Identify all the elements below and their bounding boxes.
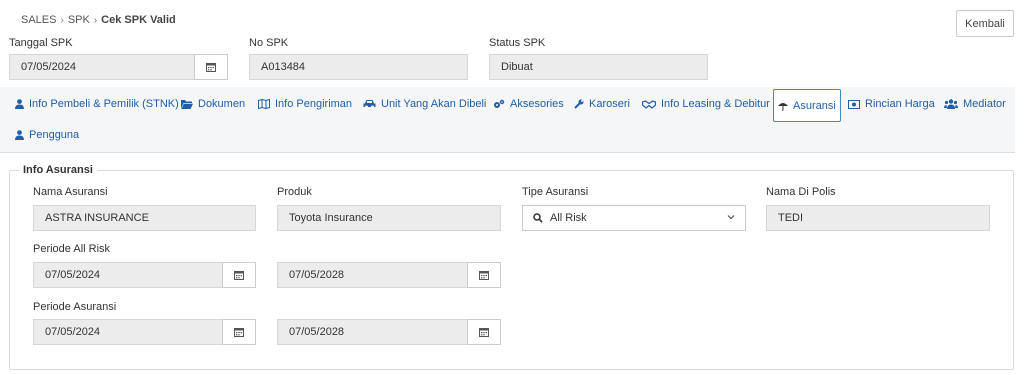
periode-asuransi-label: Periode Asuransi [33, 301, 117, 313]
calendar-button[interactable] [222, 319, 256, 345]
wrench-icon [574, 99, 584, 109]
chevron-right-icon: › [93, 14, 98, 26]
tab-aksesories[interactable]: Aksesories [489, 88, 568, 120]
tab-bar: Info Pembeli & Pemilik (STNK) Dokumen In… [0, 87, 1015, 153]
tipe-asuransi-select[interactable]: All Risk [522, 205, 746, 231]
calendar-icon [479, 328, 489, 337]
tab-mediator[interactable]: Mediator [940, 88, 1010, 120]
cogs-icon [494, 99, 505, 108]
tab-dokumen[interactable]: Dokumen [177, 88, 249, 120]
user-icon [15, 99, 24, 109]
nama-asuransi-label: Nama Asuransi [33, 186, 108, 198]
back-button[interactable]: Kembali [956, 10, 1014, 37]
tab-rincian-harga[interactable]: Rincian Harga [844, 88, 939, 120]
tanggal-spk-label: Tanggal SPK [9, 37, 73, 49]
calendar-button[interactable] [222, 262, 256, 288]
tanggal-spk-field[interactable]: 07/05/2024 [9, 54, 195, 80]
breadcrumb-current: Cek SPK Valid [101, 14, 176, 26]
breadcrumb-sales[interactable]: SALES [21, 14, 56, 26]
tab-pengguna[interactable]: Pengguna [11, 119, 83, 151]
users-icon [944, 99, 958, 109]
periode-asuransi-start-field[interactable]: 07/05/2024 [33, 319, 223, 345]
calendar-button[interactable] [194, 54, 228, 80]
umbrella-icon [778, 102, 788, 111]
chevron-right-icon: › [60, 14, 64, 26]
nama-di-polis-field: TEDI [766, 205, 990, 231]
map-icon [258, 99, 270, 109]
no-spk-field: A013484 [249, 54, 468, 80]
produk-field: Toyota Insurance [277, 205, 501, 231]
breadcrumb-spk[interactable]: SPK [68, 14, 90, 26]
calendar-icon [234, 328, 244, 337]
no-spk-label: No SPK [249, 37, 289, 49]
money-icon [848, 99, 860, 109]
nama-asuransi-field: ASTRA INSURANCE [33, 205, 256, 231]
folder-icon [181, 99, 193, 109]
status-spk-label: Status SPK [489, 37, 546, 49]
periode-asuransi-end-field[interactable]: 07/05/2028 [277, 319, 468, 345]
car-icon [363, 100, 376, 109]
user-icon [15, 130, 24, 140]
nama-di-polis-label: Nama Di Polis [766, 186, 836, 198]
tipe-asuransi-label: Tipe Asuransi [522, 186, 589, 198]
tab-asuransi[interactable]: Asuransi [773, 89, 841, 122]
tab-karoseri[interactable]: Karoseri [570, 88, 634, 120]
periode-all-risk-end-field[interactable]: 07/05/2028 [277, 262, 468, 288]
calendar-button[interactable] [467, 319, 501, 345]
produk-label: Produk [277, 186, 312, 198]
calendar-icon [206, 63, 216, 72]
tab-info-pengiriman[interactable]: Info Pengiriman [254, 88, 356, 120]
calendar-button[interactable] [467, 262, 501, 288]
tab-unit[interactable]: Unit Yang Akan Dibeli [359, 88, 490, 120]
breadcrumb: SALES › SPK › Cek SPK Valid [21, 14, 176, 26]
section-title: Info Asuransi [19, 164, 97, 176]
chevron-down-icon [727, 215, 735, 220]
calendar-icon [479, 271, 489, 280]
status-spk-field: Dibuat [489, 54, 708, 80]
periode-all-risk-start-field[interactable]: 07/05/2024 [33, 262, 223, 288]
tab-info-pembeli[interactable]: Info Pembeli & Pemilik (STNK) [11, 88, 183, 120]
search-icon [533, 213, 543, 223]
periode-all-risk-label: Periode All Risk [33, 243, 111, 255]
handshake-icon [642, 100, 656, 109]
tab-info-leasing[interactable]: Info Leasing & Debitur [638, 88, 774, 120]
calendar-icon [234, 271, 244, 280]
